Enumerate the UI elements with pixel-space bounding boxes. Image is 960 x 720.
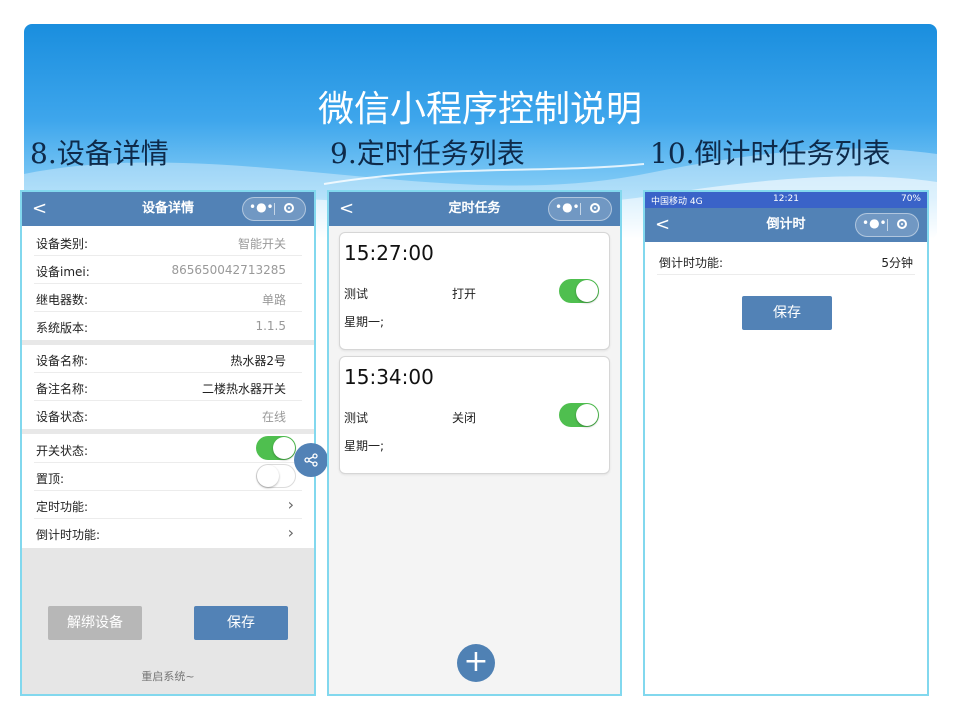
status-battery: 70% [900,194,921,204]
task-enabled-toggle[interactable] [559,403,599,427]
status-bar: 中国移动 4G 12:21 70% [645,192,927,208]
row-value: 热水器2号 [230,354,286,368]
phone-countdown: 中国移动 4G 12:21 70% < 倒计时 •●• 倒计时功能: 5分钟 保… [643,190,929,696]
pin-top-row: 置顶: [22,463,314,491]
info-row-category: 设备类别: 智能开关 [22,228,314,256]
task-days: 星期一; [344,315,385,329]
task-time: 15:27:00 [344,241,434,265]
more-dots-icon[interactable]: •●• [862,216,887,230]
row-label: 倒计时功能: [659,256,724,270]
timer-task-card[interactable]: 15:34:00 测试 关闭 星期一; [339,356,610,474]
slide-title: 微信小程序控制说明 [317,89,642,130]
chevron-right-icon: › [287,495,294,514]
row-value: 865650042713285 [171,263,286,277]
switch-state-toggle[interactable] [256,436,296,460]
toggle-knob [576,404,598,426]
toggle-knob [273,437,295,459]
divider [657,274,915,275]
row-value: 智能开关 [237,237,286,251]
navbar: < 倒计时 •●• [645,208,927,242]
more-dots-icon[interactable]: •●• [555,200,580,214]
row-label: 备注名称: [36,382,89,396]
name-row-status: 设备状态: 在线 [22,401,314,429]
unbind-device-button[interactable]: 解绑设备 [48,606,142,640]
countdown-row[interactable]: 倒计时功能: 5分钟 [645,247,927,275]
status-time: 12:21 [773,194,799,204]
task-action: 打开 [452,287,477,301]
add-timer-button[interactable]: + [457,644,495,682]
row-label: 定时功能: [36,500,89,514]
task-days: 星期一; [344,439,385,453]
close-target-icon[interactable] [897,219,907,229]
section-title-countdown-list: 10.倒计时任务列表 [650,137,891,170]
reboot-system-link[interactable]: 重启系统~ [22,668,314,684]
task-action: 关闭 [452,411,477,425]
navbar: < 定时任务 •●• [329,192,620,226]
countdown-function-row[interactable]: 倒计时功能: › [22,519,314,547]
chevron-right-icon: › [287,523,294,542]
section-gap [22,429,314,434]
capsule-divider [274,203,275,215]
row-label: 设备imei: [36,265,90,279]
close-target-icon[interactable] [284,203,294,213]
row-value: 单路 [261,293,286,307]
close-target-icon[interactable] [590,203,600,213]
row-value: 1.1.5 [255,319,286,333]
toggle-knob [576,280,598,302]
row-label: 置顶: [36,472,65,486]
section-title-device-detail: 8.设备详情 [30,137,169,170]
name-row-device-name[interactable]: 设备名称: 热水器2号 [22,345,314,373]
row-label: 设备状态: [36,410,89,424]
capsule-menu[interactable]: •●• [855,213,919,237]
row-label: 系统版本: [36,321,89,335]
task-enabled-toggle[interactable] [559,279,599,303]
row-value: 5分钟 [881,256,913,270]
save-button[interactable]: 保存 [194,606,288,640]
info-row-imei: 设备imei: 865650042713285 [22,256,314,284]
capsule-menu[interactable]: •●• [242,197,306,221]
pin-top-toggle[interactable] [256,464,296,488]
info-row-firmware: 系统版本: 1.1.5 [22,312,314,340]
row-label: 设备名称: [36,354,89,368]
capsule-menu[interactable]: •●• [548,197,612,221]
more-dots-icon[interactable]: •●• [249,200,274,214]
row-label: 设备类别: [36,237,89,251]
row-value: 在线 [261,410,286,424]
name-row-remark[interactable]: 备注名称: 二楼热水器开关 [22,373,314,401]
row-value: 二楼热水器开关 [201,382,286,396]
task-name: 测试 [344,411,369,425]
phone-device-detail: < 设备详情 •●• 设备类别: 智能开关 设备imei: 8656500427… [20,190,316,696]
phone-timer-list: < 定时任务 •●• 15:27:00 测试 打开 星期一; 15:34:00 … [327,190,622,696]
save-button[interactable]: 保存 [742,296,832,330]
info-row-relay-count: 继电器数: 单路 [22,284,314,312]
capsule-divider [887,219,888,231]
timer-task-card[interactable]: 15:27:00 测试 打开 星期一; [339,232,610,350]
section-title-timer-list: 9.定时任务列表 [330,137,525,170]
task-time: 15:34:00 [344,365,434,389]
switch-state-row: 开关状态: [22,435,314,463]
row-label: 倒计时功能: [36,528,101,542]
timer-function-row[interactable]: 定时功能: › [22,491,314,519]
toggle-knob [257,465,279,487]
row-label: 开关状态: [36,444,89,458]
share-icon[interactable] [294,443,328,477]
navbar: < 设备详情 •●• [22,192,314,226]
task-name: 测试 [344,287,369,301]
row-label: 继电器数: [36,293,89,307]
capsule-divider [580,203,581,215]
